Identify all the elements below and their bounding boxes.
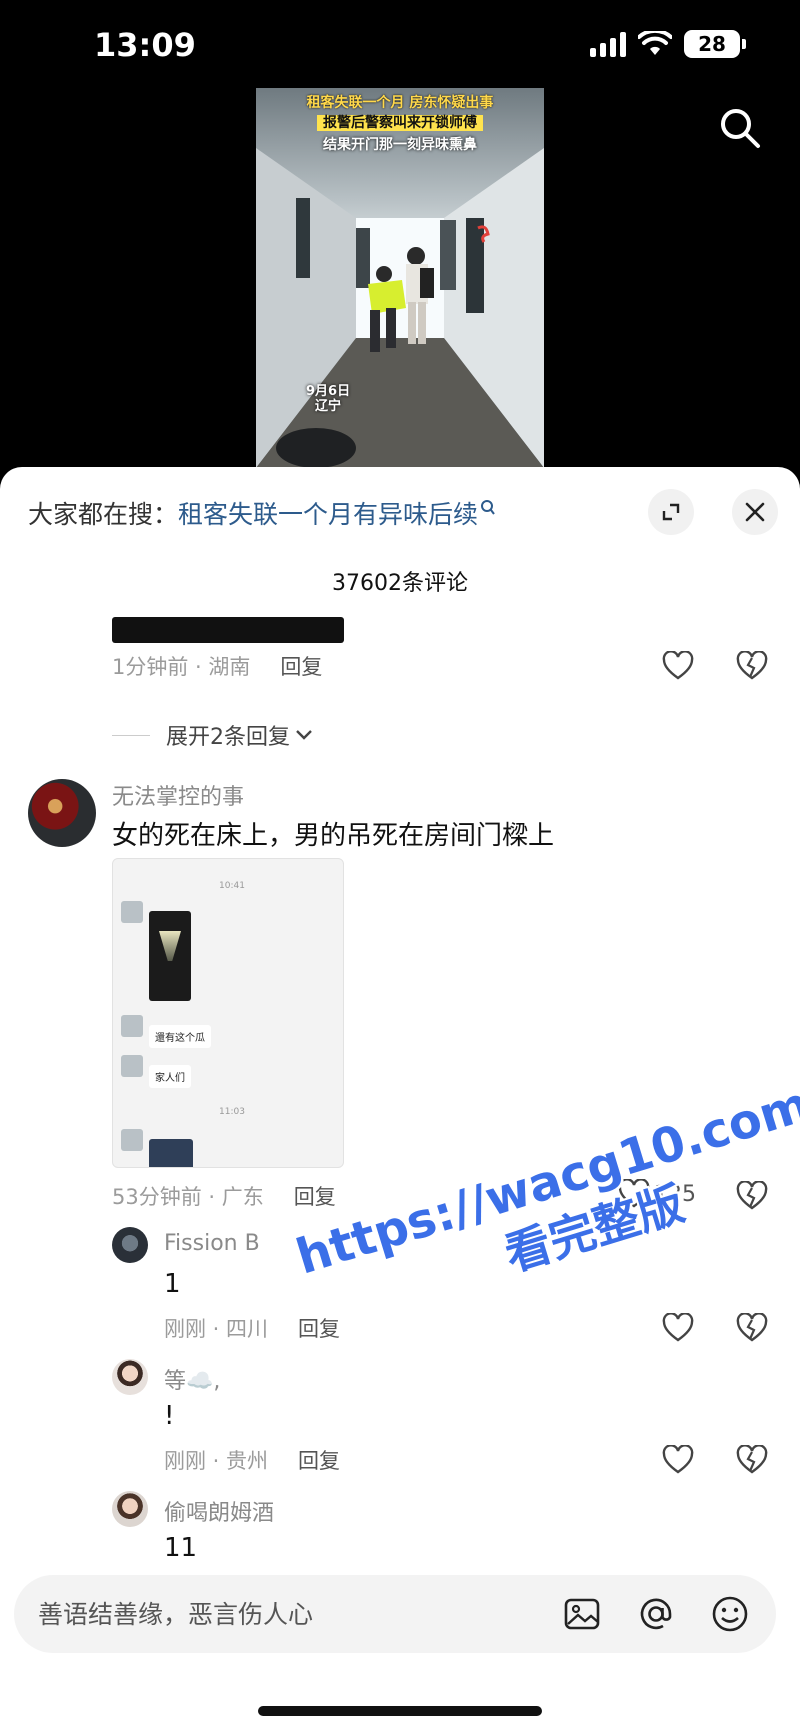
- chat-video-thumbnail: [149, 911, 191, 1001]
- comment-count: 37602条评论: [332, 571, 468, 596]
- signal-icon: [590, 31, 626, 57]
- reply-button[interactable]: 回复: [280, 651, 322, 681]
- avatar[interactable]: [112, 1491, 148, 1527]
- video-caption-2: 报警后警察叫来开锁师傅: [256, 114, 544, 132]
- comment-image[interactable]: 10:41 還有这个瓜 家人们 11:03: [112, 858, 344, 1168]
- avatar[interactable]: [28, 779, 96, 847]
- dislike-icon[interactable]: [736, 1181, 768, 1211]
- comment-sheet: 大家都在搜： 租客失联一个月有异味后续 37602条评论 1分钟前 · 湖南 回…: [0, 467, 800, 1730]
- close-button[interactable]: [732, 489, 778, 535]
- avatar[interactable]: [112, 1359, 148, 1395]
- comment-time-location: 53分钟前 · 广东: [112, 1185, 264, 1209]
- like-icon[interactable]: [662, 1445, 694, 1475]
- chat-avatar: [121, 1055, 143, 1077]
- hot-search-bar[interactable]: 大家都在搜： 租客失联一个月有异味后续: [28, 495, 496, 531]
- dislike-icon[interactable]: [736, 1313, 768, 1343]
- comment-input-bar: [14, 1575, 776, 1653]
- chat-message: 還有这个瓜: [149, 1025, 211, 1048]
- chat-image-thumbnail: [149, 1139, 193, 1167]
- divider: [112, 734, 150, 736]
- comment-time-location: 刚刚 · 贵州: [164, 1449, 269, 1473]
- reply-button[interactable]: 回复: [298, 1313, 340, 1343]
- chat-time-1: 10:41: [219, 881, 245, 891]
- expand-replies-label: 展开2条回复: [166, 725, 290, 750]
- video-date-stamp: 9月6日 辽宁: [306, 384, 351, 414]
- status-icons: 28: [590, 30, 746, 58]
- search-small-icon: [481, 500, 495, 515]
- home-indicator[interactable]: [258, 1706, 542, 1716]
- expand-button[interactable]: [648, 489, 694, 535]
- video-player[interactable]: 租客失联一个月 房东怀疑出事 报警后警察叫来开锁师傅 结果开门那一刻异味熏鼻 9…: [256, 88, 544, 468]
- expand-replies-button[interactable]: 展开2条回复: [112, 719, 314, 751]
- commenter-name[interactable]: Fission B: [164, 1231, 260, 1256]
- chat-time-2: 11:03: [219, 1107, 245, 1117]
- comment-text: 女的死在床上，男的吊死在房间门樑上: [112, 821, 555, 851]
- like-icon[interactable]: [662, 1313, 694, 1343]
- avatar[interactable]: [112, 1227, 148, 1263]
- comment-time-location: 1分钟前 · 湖南: [112, 655, 251, 679]
- chat-avatar: [121, 1129, 143, 1151]
- status-bar: 13:09 28: [0, 0, 800, 80]
- like-icon[interactable]: [662, 651, 694, 681]
- chevron-down-icon: [296, 730, 312, 740]
- comment-text: !: [164, 1401, 175, 1431]
- search-icon[interactable]: [718, 106, 762, 150]
- chat-message: 家人们: [149, 1065, 191, 1088]
- like-icon: [618, 1179, 650, 1208]
- reply-button[interactable]: 回复: [298, 1445, 340, 1475]
- prev-comment-meta: 1分钟前 · 湖南 回复: [112, 651, 322, 681]
- expand-icon: [662, 503, 680, 521]
- chat-avatar: [121, 1015, 143, 1037]
- dislike-icon[interactable]: [736, 1445, 768, 1475]
- commenter-name[interactable]: 等☁️,: [164, 1363, 220, 1395]
- comment-text: 1: [164, 1269, 181, 1299]
- status-time: 13:09: [94, 26, 196, 64]
- video-caption-1: 租客失联一个月 房东怀疑出事: [306, 95, 494, 111]
- like-count: 125: [654, 1181, 696, 1207]
- hot-search-query[interactable]: 租客失联一个月有异味后续: [178, 495, 496, 531]
- comment-text: 11: [164, 1533, 198, 1563]
- reply-meta: 刚刚 · 四川 回复: [164, 1313, 340, 1343]
- dislike-icon[interactable]: [736, 651, 768, 681]
- redacted-block: [112, 617, 344, 643]
- emoji-icon[interactable]: [710, 1594, 750, 1634]
- reply-button[interactable]: 回复: [294, 1181, 336, 1211]
- wifi-icon: [638, 31, 672, 55]
- comment-time-location: 刚刚 · 四川: [164, 1317, 269, 1341]
- main-comment-meta: 53分钟前 · 广东 回复: [112, 1181, 336, 1211]
- chat-avatar: [121, 901, 143, 923]
- reply-meta: 刚刚 · 贵州 回复: [164, 1445, 340, 1475]
- commenter-name[interactable]: 偷喝朗姆酒: [164, 1495, 274, 1527]
- commenter-name[interactable]: 无法掌控的事: [112, 779, 244, 811]
- comment-input[interactable]: [38, 1575, 538, 1653]
- mention-icon[interactable]: [636, 1594, 676, 1634]
- image-icon[interactable]: [562, 1594, 602, 1634]
- hot-search-label: 大家都在搜：: [28, 500, 179, 529]
- close-icon: [745, 502, 765, 522]
- like-button[interactable]: 125: [618, 1179, 696, 1209]
- battery-icon: 28: [684, 30, 746, 58]
- video-caption-3: 结果开门那一刻异味熏鼻: [323, 137, 477, 153]
